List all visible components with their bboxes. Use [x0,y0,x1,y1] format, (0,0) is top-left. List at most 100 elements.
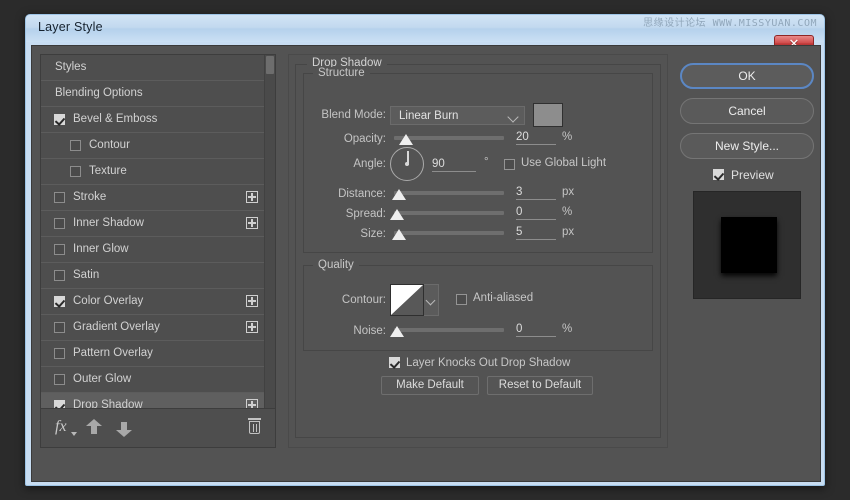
spread-slider-thumb[interactable] [390,209,404,220]
add-effect-plus-icon[interactable] [246,191,258,203]
opacity-input[interactable]: 20 [516,131,556,145]
style-row-label: Satin [73,269,100,281]
preview-swatch [721,217,777,273]
distance-input[interactable]: 3 [516,186,556,200]
trash-icon[interactable] [248,418,261,434]
style-row[interactable]: Pattern Overlay [41,341,264,367]
add-effect-plus-icon[interactable] [246,321,258,333]
style-row-label: Pattern Overlay [73,347,153,359]
contour-dropdown-button[interactable] [424,284,439,316]
size-label: Size: [360,228,386,240]
anti-aliased-checkbox[interactable] [456,294,467,305]
styles-scrollbar-thumb[interactable] [266,56,274,74]
preview-checkbox[interactable] [713,169,724,180]
style-row-checkbox[interactable] [70,140,81,151]
blend-mode-value: Linear Burn [399,110,459,122]
style-row-checkbox[interactable] [54,244,65,255]
angle-hub [405,162,409,166]
style-row-checkbox[interactable] [54,348,65,359]
contour-preview[interactable] [390,284,424,316]
style-row[interactable]: Stroke [41,185,264,211]
style-row-checkbox[interactable] [54,322,65,333]
style-row[interactable]: Color Overlay [41,289,264,315]
style-row-checkbox[interactable] [54,270,65,281]
style-row-checkbox[interactable] [70,166,81,177]
shadow-color-swatch[interactable] [533,103,563,127]
make-default-button[interactable]: Make Default [381,376,479,395]
style-row-checkbox[interactable] [54,374,65,385]
new-style-button[interactable]: New Style... [680,133,814,159]
style-row-label: Bevel & Emboss [73,113,158,125]
quality-group: Quality Contour: Anti-aliased Noise: 0 % [303,259,653,351]
angle-input[interactable]: 90 [432,158,476,172]
style-row[interactable]: Inner Glow [41,237,264,263]
dialog-body: Styles Blending Options Bevel & Emboss Cont… [31,45,821,482]
style-row-label: Contour [89,139,130,151]
distance-label: Distance: [338,188,386,200]
style-row-checkbox[interactable] [54,192,65,203]
chevron-down-icon[interactable] [71,432,77,436]
noise-slider-thumb[interactable] [390,326,404,337]
noise-input[interactable]: 0 [516,323,556,337]
layer-knocks-out-label: Layer Knocks Out Drop Shadow [406,357,571,369]
style-row[interactable]: Contour [41,133,264,159]
quality-group-title: Quality [313,259,359,271]
watermark-text: 思缘设计论坛 WWW.MISSYUAN.COM [643,18,817,29]
style-row-checkbox[interactable] [54,114,65,125]
angle-label: Angle: [353,158,386,170]
chevron-down-icon [425,295,436,306]
arrow-down-icon[interactable] [116,419,132,437]
layer-style-dialog: Layer Style 思缘设计论坛 WWW.MISSYUAN.COM ✕ St… [25,14,825,486]
reset-to-default-button[interactable]: Reset to Default [487,376,593,395]
fx-icon[interactable]: fx [55,418,67,436]
spread-unit: % [562,206,573,218]
size-slider-thumb[interactable] [392,229,406,240]
blend-mode-select[interactable]: Linear Burn [390,106,525,125]
style-row-label: Blending Options [55,87,143,99]
arrow-up-icon[interactable] [86,419,102,437]
opacity-slider-thumb[interactable] [399,134,413,145]
styles-scrollbar[interactable] [264,55,275,409]
title-bar[interactable]: Layer Style 思缘设计论坛 WWW.MISSYUAN.COM ✕ [26,15,824,52]
style-row-label: Inner Glow [73,243,129,255]
spread-slider-track[interactable] [394,211,504,215]
use-global-light-checkbox[interactable] [504,159,515,170]
layer-knocks-out-checkbox[interactable] [389,357,400,368]
style-row[interactable]: Blending Options [41,81,264,107]
style-row[interactable]: Bevel & Emboss [41,107,264,133]
distance-slider-thumb[interactable] [392,189,406,200]
spread-input[interactable]: 0 [516,206,556,220]
size-slider-track[interactable] [394,231,504,235]
preview-label: Preview [731,168,774,182]
actions-panel: OK Cancel New Style... Preview [680,54,814,448]
anti-aliased-label: Anti-aliased [473,292,534,304]
styles-footer-toolbar: fx [41,408,275,447]
cancel-button[interactable]: Cancel [680,98,814,124]
style-row[interactable]: Inner Shadow [41,211,264,237]
use-global-light-label: Use Global Light [521,157,607,169]
distance-unit: px [562,186,575,198]
size-input[interactable]: 5 [516,226,556,240]
style-row[interactable]: Texture [41,159,264,185]
ok-button[interactable]: OK [680,63,814,89]
angle-dial[interactable] [390,147,424,181]
chevron-down-icon [507,111,519,123]
spread-label: Spread: [345,208,386,220]
style-row-label: Texture [89,165,127,177]
noise-label: Noise: [353,325,386,337]
style-row[interactable]: Drop Shadow [41,393,264,409]
style-row[interactable]: Gradient Overlay [41,315,264,341]
settings-panel: Drop Shadow Structure Blend Mode: Linear… [288,54,668,448]
style-row[interactable]: Outer Glow [41,367,264,393]
distance-slider-track[interactable] [394,191,504,195]
style-row-checkbox[interactable] [54,218,65,229]
add-effect-plus-icon[interactable] [246,295,258,307]
style-row-checkbox[interactable] [54,296,65,307]
angle-unit: ° [484,156,489,168]
style-row[interactable]: Styles [41,55,264,81]
noise-slider-track[interactable] [394,328,504,332]
preview-toggle-row[interactable]: Preview [680,166,814,184]
noise-unit: % [562,323,573,335]
style-row[interactable]: Satin [41,263,264,289]
add-effect-plus-icon[interactable] [246,217,258,229]
